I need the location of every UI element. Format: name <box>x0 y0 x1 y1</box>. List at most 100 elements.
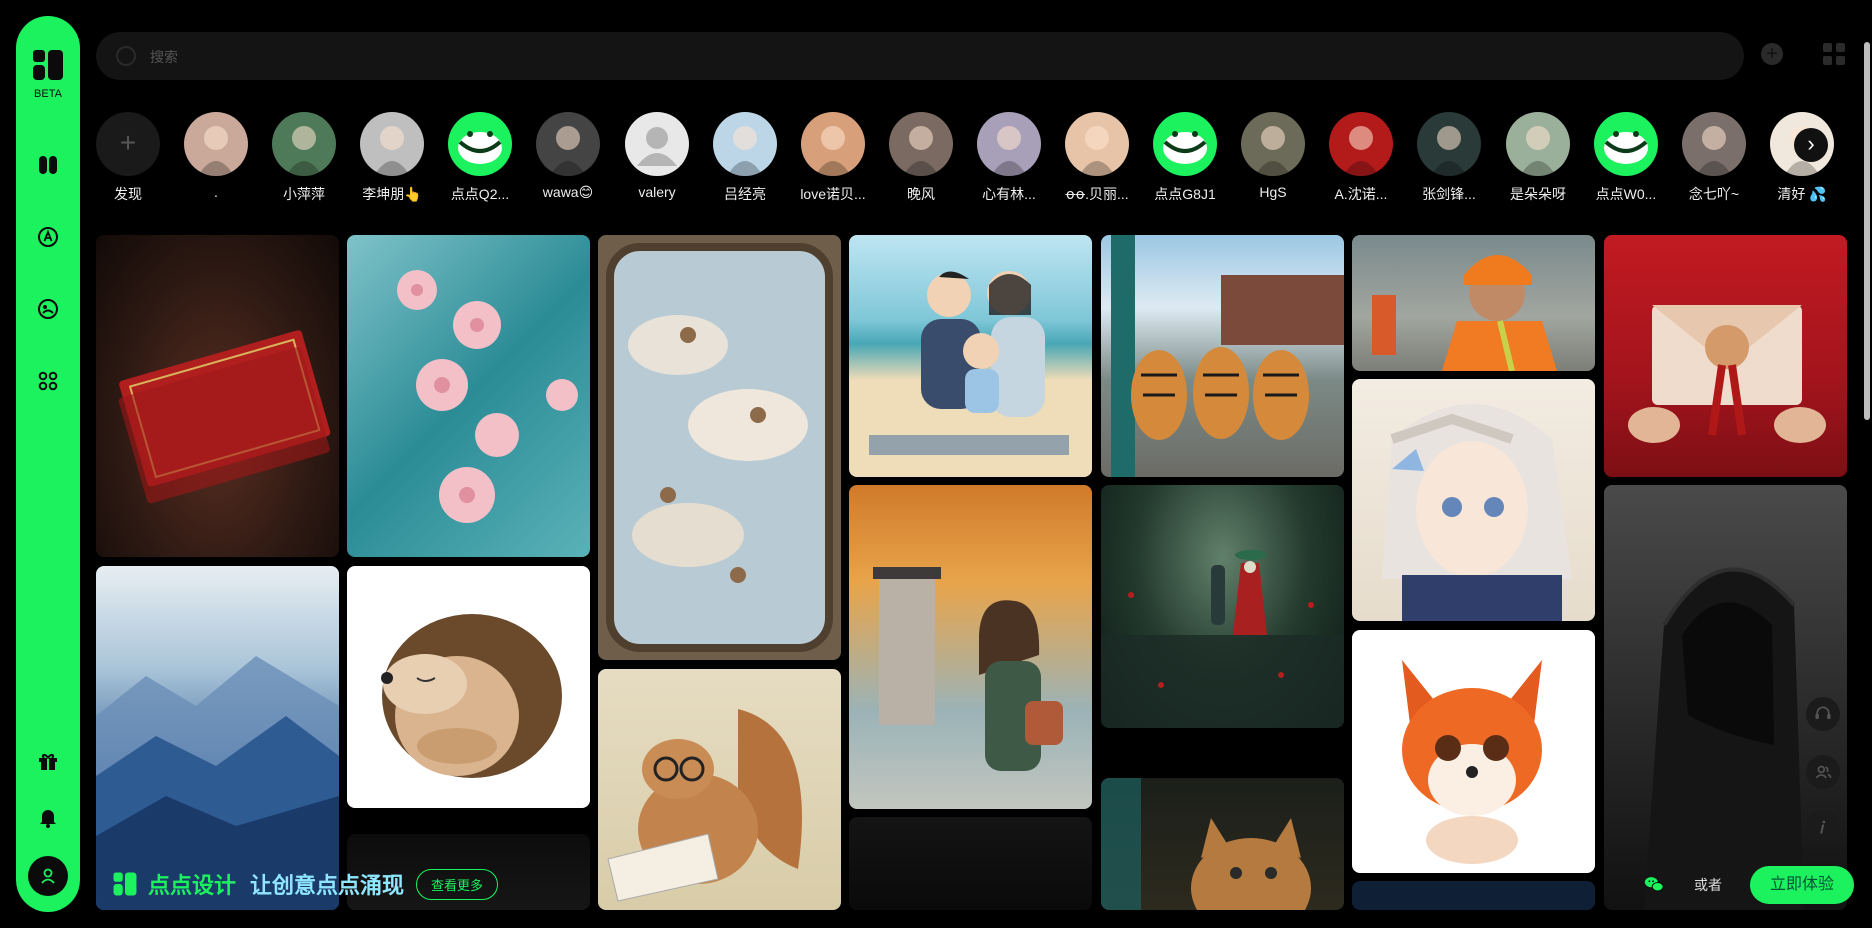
user-avatar-button[interactable] <box>28 856 68 896</box>
avatar <box>625 112 689 176</box>
avatar-photo <box>727 126 763 176</box>
promo-banner: 点点设计 让创意点点涌现 查看更多 <box>96 862 499 906</box>
image-card[interactable] <box>1101 485 1344 728</box>
image-card[interactable] <box>849 235 1092 477</box>
story-item[interactable]: wawa😊 <box>531 112 605 201</box>
story-name: 发现 <box>114 186 142 202</box>
app-logo[interactable] <box>31 48 65 82</box>
bell-icon[interactable] <box>33 802 63 832</box>
user-icon <box>41 868 55 884</box>
story-name: 清好 💦 <box>1777 186 1827 202</box>
image-card[interactable] <box>598 669 841 910</box>
story-item[interactable]: HgS <box>1236 112 1310 200</box>
image-card[interactable] <box>598 235 841 660</box>
avatar-photo <box>1343 126 1379 176</box>
story-name: love诺贝... <box>800 186 866 202</box>
story-item[interactable]: . <box>179 112 253 200</box>
story-item[interactable]: 点点G8J1 <box>1148 112 1222 204</box>
image-card[interactable] <box>1604 235 1847 477</box>
nav-ai-icon[interactable] <box>33 222 63 252</box>
view-more-button[interactable]: 查看更多 <box>416 868 499 900</box>
avatar-photo <box>1255 126 1291 176</box>
story-item[interactable]: 心有林... <box>972 112 1046 204</box>
story-item[interactable]: 晚风 <box>884 112 958 204</box>
avatar-photo <box>198 126 234 176</box>
story-item[interactable]: 念七吖~ <box>1677 112 1751 204</box>
story-name: 点点G8J1 <box>1154 186 1216 202</box>
nav-apps-icon[interactable] <box>33 366 63 396</box>
grid-view-icon[interactable] <box>1823 43 1845 65</box>
scrollbar-thumb[interactable] <box>1864 42 1870 420</box>
story-item[interactable]: 点点Q2... <box>443 112 517 204</box>
avatar-photo <box>815 126 851 176</box>
story-item[interactable]: 李坤朋👆 <box>355 112 429 204</box>
image-card[interactable] <box>347 235 590 557</box>
avatar <box>977 112 1041 176</box>
story-item[interactable]: 张剑锋... <box>1412 112 1486 204</box>
story-item[interactable]: 是朵朵呀 <box>1501 112 1575 204</box>
gift-icon[interactable] <box>33 746 63 776</box>
avatar <box>801 112 865 176</box>
group-icon[interactable] <box>1806 755 1840 789</box>
add-icon[interactable]: + <box>1761 43 1783 65</box>
avatar <box>1594 112 1658 176</box>
try-now-button[interactable]: 立即体验 <box>1750 866 1854 904</box>
avatar <box>713 112 777 176</box>
story-name: 点点Q2... <box>450 186 510 202</box>
avatar <box>1153 112 1217 176</box>
nav-home-icon[interactable] <box>33 150 63 180</box>
avatar <box>1241 112 1305 176</box>
discover-story[interactable]: + 发现 <box>91 112 165 204</box>
avatar <box>536 112 600 176</box>
avatar-photo <box>374 126 410 176</box>
image-card[interactable] <box>1604 485 1847 910</box>
story-name: 晚风 <box>907 186 935 202</box>
story-name: 是朵朵呀 <box>1510 186 1566 202</box>
image-card[interactable] <box>849 817 1092 910</box>
story-name: 念七吖~ <box>1688 186 1740 202</box>
avatar-photo <box>1079 126 1115 176</box>
story-name: 吕经亮 <box>724 186 766 202</box>
avatar-photo <box>991 126 1027 176</box>
customer-service-icon[interactable] <box>1806 697 1840 731</box>
image-card[interactable] <box>1352 235 1595 371</box>
info-icon[interactable] <box>1806 810 1840 844</box>
avatar <box>1065 112 1129 176</box>
story-item[interactable]: love诺贝... <box>796 112 870 204</box>
or-label: 或者 <box>1694 877 1722 893</box>
avatar <box>1417 112 1481 176</box>
brand-slogan: 让创意点点涌现 <box>250 873 405 898</box>
search-icon <box>116 46 136 66</box>
story-name: wawa😊 <box>542 184 594 200</box>
story-item[interactable]: A.沈诺... <box>1324 112 1398 204</box>
wechat-icon[interactable] <box>1643 873 1665 895</box>
image-card[interactable] <box>1352 881 1595 910</box>
avatar <box>184 112 248 176</box>
image-card[interactable] <box>849 485 1092 809</box>
story-item[interactable]: valery <box>620 112 694 200</box>
smile-avatar-icon <box>1604 131 1648 164</box>
brand-logo <box>113 872 137 896</box>
story-item[interactable]: ꝋꝋ.贝丽... <box>1060 112 1134 204</box>
search-input[interactable] <box>148 32 1712 82</box>
story-name: 张剑锋... <box>1422 186 1476 202</box>
story-item[interactable]: 吕经亮 <box>708 112 782 204</box>
beta-label: BETA <box>34 88 62 100</box>
image-card[interactable] <box>1352 630 1595 873</box>
search-bar <box>96 32 1744 82</box>
brand-name: 点点设计 <box>148 873 237 898</box>
story-item[interactable]: 小萍萍 <box>267 112 341 204</box>
image-card[interactable] <box>347 566 590 808</box>
image-card[interactable] <box>96 566 339 910</box>
nav-palette-icon[interactable] <box>33 294 63 324</box>
smile-avatar-icon <box>458 131 502 164</box>
story-name: 李坤朋👆 <box>362 186 422 202</box>
sidebar: BETA <box>16 16 80 912</box>
story-item[interactable]: 点点W0... <box>1589 112 1663 204</box>
image-card[interactable] <box>96 235 339 557</box>
chevron-right-icon[interactable]: › <box>1794 128 1828 162</box>
image-card[interactable] <box>1352 379 1595 621</box>
story-name: 点点W0... <box>1595 186 1657 202</box>
image-card[interactable] <box>1101 778 1344 910</box>
image-card[interactable] <box>1101 235 1344 477</box>
